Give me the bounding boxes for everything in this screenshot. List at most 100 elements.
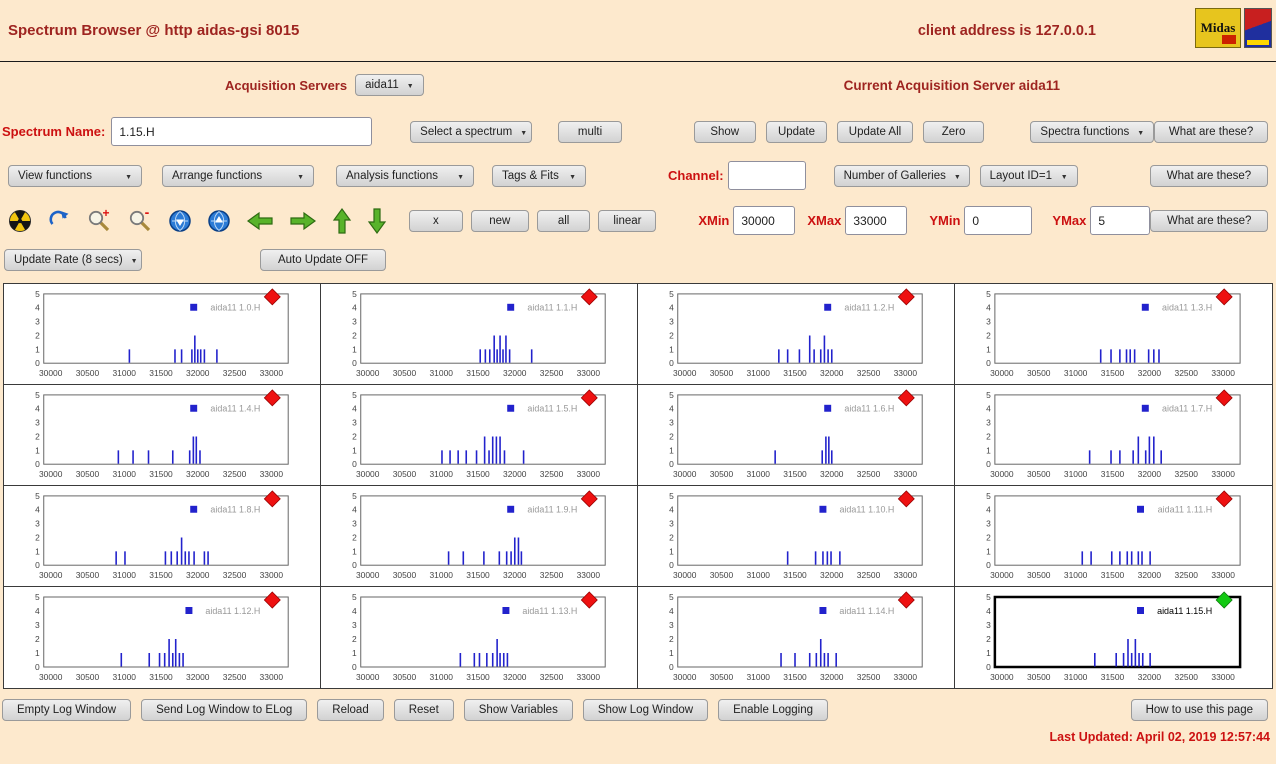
x-tick-label: 32500 bbox=[1175, 672, 1199, 682]
what-are-these-button-3[interactable]: What are these? bbox=[1150, 209, 1268, 232]
x-tick-label: 32500 bbox=[540, 368, 564, 378]
analysis-functions-dropdown[interactable]: Analysis functions bbox=[336, 164, 474, 187]
how-to-use-this-page-button[interactable]: How to use this page bbox=[1130, 699, 1268, 721]
tags-fits-dropdown[interactable]: Tags & Fits bbox=[492, 164, 586, 187]
spectrum-cell[interactable]: 0 1 2 3 4 5 30000 30500 31000 31500 32000 32500 3300… bbox=[638, 587, 955, 688]
new-button[interactable]: new bbox=[470, 209, 529, 232]
spectrum-cell[interactable]: 0 1 2 3 4 5 30000 30500 31000 31500 32000 32500 3300… bbox=[4, 385, 321, 486]
update-all-button[interactable]: Update All bbox=[837, 120, 913, 143]
legend-label: aida11 1.11.H bbox=[1158, 505, 1213, 515]
xmin-input[interactable] bbox=[733, 206, 796, 235]
spectrum-cell[interactable]: 0 1 2 3 4 5 30000 30500 31000 31500 32000 32500 3300… bbox=[321, 385, 638, 486]
x-tick-label: 30500 bbox=[76, 570, 100, 580]
what-are-these-button-2[interactable]: What are these? bbox=[1150, 164, 1268, 187]
spectrum-cell[interactable]: 0 1 2 3 4 5 30000 30500 31000 31500 32000 32500 3300… bbox=[955, 284, 1272, 385]
acquisition-server-dropdown[interactable]: aida11 bbox=[355, 74, 424, 96]
x-tick-label: 30000 bbox=[990, 469, 1014, 479]
xmax-input[interactable] bbox=[845, 206, 908, 235]
y-tick-label: 3 bbox=[35, 317, 40, 327]
x-tick-label: 31500 bbox=[1101, 672, 1125, 682]
empty-log-window-button[interactable]: Empty Log Window bbox=[2, 699, 132, 721]
arrow-down-icon[interactable] bbox=[367, 207, 387, 235]
linear-button[interactable]: linear bbox=[598, 209, 657, 232]
y-tick-label: 3 bbox=[669, 418, 674, 428]
spectrum-cell[interactable]: 0 1 2 3 4 5 30000 30500 31000 31500 32000 32500 3300… bbox=[638, 486, 955, 587]
radiation-icon[interactable] bbox=[8, 209, 32, 233]
status-diamond bbox=[897, 389, 915, 407]
x-tick-label: 33000 bbox=[894, 469, 918, 479]
arrange-functions-dropdown[interactable]: Arrange functions bbox=[162, 164, 314, 187]
arrow-right-icon[interactable] bbox=[289, 211, 317, 231]
x-button[interactable]: x bbox=[409, 209, 463, 232]
zoom-out-icon[interactable]: - bbox=[127, 208, 153, 234]
arrow-left-icon[interactable] bbox=[246, 211, 274, 231]
zoom-in-icon[interactable]: + bbox=[86, 208, 112, 234]
y-tick-label: 2 bbox=[986, 431, 991, 441]
spectra-functions-dropdown[interactable]: Spectra functions bbox=[1030, 120, 1155, 143]
spectra-functions-label: Spectra functions bbox=[1040, 125, 1130, 138]
spectrum-cell[interactable]: 0 1 2 3 4 5 30000 30500 31000 31500 32000 32500 3300… bbox=[955, 486, 1272, 587]
what-are-these-button-1[interactable]: What are these? bbox=[1154, 120, 1269, 143]
ymin-input[interactable] bbox=[964, 206, 1033, 235]
spectrum-cell[interactable]: 0 1 2 3 4 5 30000 30500 31000 31500 32000 32500 3300… bbox=[638, 284, 955, 385]
spectrum-name-input[interactable] bbox=[111, 117, 373, 146]
enable-logging-button[interactable]: Enable Logging bbox=[718, 699, 829, 721]
auto-update-button[interactable]: Auto Update OFF bbox=[260, 249, 386, 271]
midas-logo[interactable]: Midas bbox=[1195, 8, 1241, 48]
reload-button[interactable]: Reload bbox=[317, 699, 384, 721]
arrow-up-icon[interactable] bbox=[332, 207, 352, 235]
send-log-window-to-elog-button[interactable]: Send Log Window to ELog bbox=[141, 699, 308, 721]
spectrum-cell[interactable]: 0 1 2 3 4 5 30000 30500 31000 31500 32000 32500 3300… bbox=[4, 486, 321, 587]
update-rate-dropdown[interactable]: Update Rate (8 secs) bbox=[4, 249, 142, 271]
multi-button[interactable]: multi bbox=[558, 120, 622, 143]
x-tick-label: 33000 bbox=[260, 469, 284, 479]
update-button[interactable]: Update bbox=[765, 120, 828, 143]
x-tick-label: 32000 bbox=[503, 368, 527, 378]
spectrum-cell[interactable]: 0 1 2 3 4 5 30000 30500 31000 31500 32000 32500 3300… bbox=[4, 587, 321, 688]
globe-down-icon[interactable] bbox=[168, 209, 192, 233]
select-spectrum-dropdown[interactable]: Select a spectrum bbox=[410, 120, 533, 143]
spectrum-chart: 0 1 2 3 4 5 30000 30500 31000 31500 32000 32500 3300… bbox=[352, 288, 606, 378]
y-tick-label: 0 bbox=[669, 358, 674, 368]
y-tick-label: 3 bbox=[669, 317, 674, 327]
all-button[interactable]: all bbox=[536, 209, 591, 232]
show-log-window-button[interactable]: Show Log Window bbox=[582, 699, 709, 721]
number-of-galleries-dropdown[interactable]: Number of Galleries bbox=[833, 164, 970, 187]
spectrum-cell[interactable]: 0 1 2 3 4 5 30000 30500 31000 31500 32000 32500 3300… bbox=[638, 385, 955, 486]
y-tick-label: 5 bbox=[352, 390, 357, 400]
x-tick-label: 30500 bbox=[393, 368, 417, 378]
reset-button[interactable]: Reset bbox=[393, 699, 454, 721]
spectrum-cell[interactable]: 0 1 2 3 4 5 30000 30500 31000 31500 32000 32500 3300… bbox=[4, 284, 321, 385]
legend-label: aida11 1.8.H bbox=[210, 505, 260, 515]
select-spectrum-label: Select a spectrum bbox=[420, 125, 513, 138]
x-tick-label: 31000 bbox=[747, 570, 771, 580]
x-tick-label: 30000 bbox=[39, 672, 63, 682]
show-variables-button[interactable]: Show Variables bbox=[463, 699, 573, 721]
channel-input[interactable] bbox=[727, 161, 806, 190]
layout-id-dropdown[interactable]: Layout ID=1 bbox=[979, 164, 1078, 187]
spectrum-cell[interactable]: 0 1 2 3 4 5 30000 30500 31000 31500 32000 32500 3300… bbox=[955, 385, 1272, 486]
x-tick-label: 30000 bbox=[39, 368, 63, 378]
legend-label: aida11 1.5.H bbox=[527, 404, 577, 414]
spectrum-cell[interactable]: 0 1 2 3 4 5 30000 30500 31000 31500 32000 32500 3300… bbox=[955, 587, 1272, 688]
y-tick-label: 3 bbox=[986, 317, 991, 327]
globe-up-icon[interactable] bbox=[207, 209, 231, 233]
view-functions-dropdown[interactable]: View functions bbox=[8, 164, 142, 187]
zero-button[interactable]: Zero bbox=[922, 120, 985, 143]
x-tick-label: 31000 bbox=[430, 469, 454, 479]
ymax-input[interactable] bbox=[1090, 206, 1151, 235]
spectrum-cell[interactable]: 0 1 2 3 4 5 30000 30500 31000 31500 32000 32500 3300… bbox=[321, 587, 638, 688]
y-tick-label: 2 bbox=[35, 330, 40, 340]
y-tick-label: 4 bbox=[35, 404, 40, 414]
x-tick-label: 30000 bbox=[990, 368, 1014, 378]
x-tick-label: 33000 bbox=[894, 570, 918, 580]
show-button[interactable]: Show bbox=[693, 120, 756, 143]
refresh-icon[interactable] bbox=[47, 209, 71, 233]
spectrum-cell[interactable]: 0 1 2 3 4 5 30000 30500 31000 31500 32000 32500 3300… bbox=[321, 284, 638, 385]
legend-swatch bbox=[819, 607, 827, 614]
facility-logo[interactable] bbox=[1244, 8, 1272, 48]
y-tick-label: 3 bbox=[986, 519, 991, 529]
spectrum-cell[interactable]: 0 1 2 3 4 5 30000 30500 31000 31500 32000 32500 3300… bbox=[321, 486, 638, 587]
y-tick-label: 4 bbox=[986, 303, 991, 313]
y-tick-label: 3 bbox=[352, 620, 357, 630]
